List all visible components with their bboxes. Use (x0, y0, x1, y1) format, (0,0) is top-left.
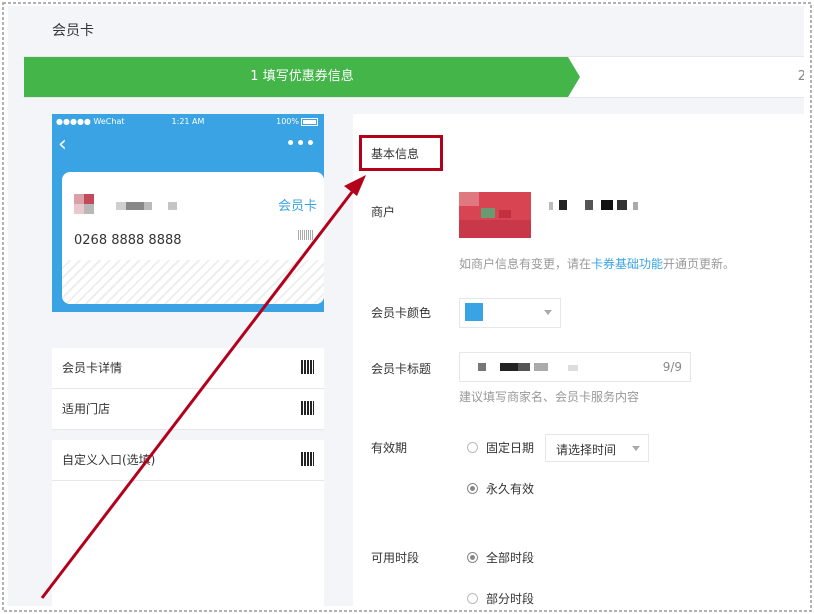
annotation-arrow (40, 175, 366, 599)
